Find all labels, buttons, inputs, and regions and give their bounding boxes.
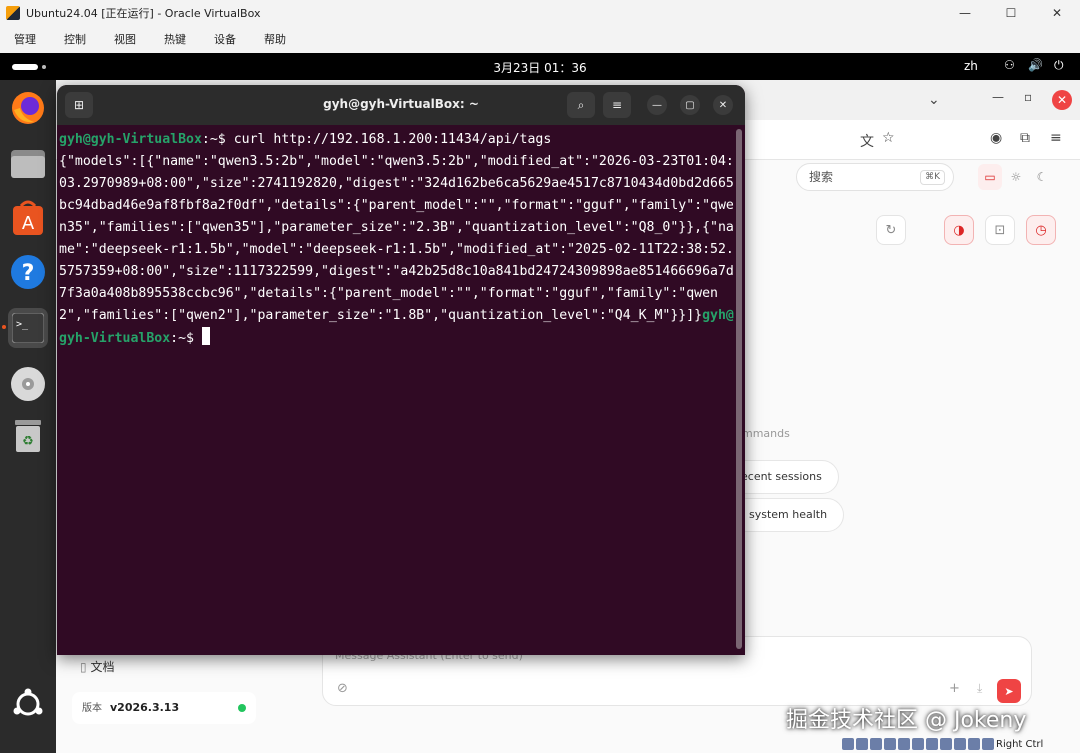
prompt-path: :~$ bbox=[201, 132, 234, 147]
shared-folder-icon[interactable] bbox=[912, 738, 924, 750]
files-icon[interactable] bbox=[8, 144, 48, 184]
monitor-theme-icon[interactable]: ▭ bbox=[978, 164, 1002, 190]
minimize-button[interactable]: — bbox=[942, 0, 988, 25]
recording-status-icon[interactable] bbox=[940, 738, 952, 750]
clock[interactable]: 3月23日 01：36 bbox=[0, 59, 1080, 76]
clock-icon[interactable]: ◷ bbox=[1026, 215, 1056, 245]
terminal-icon[interactable]: >_ bbox=[8, 308, 48, 348]
app-center-icon[interactable]: A bbox=[8, 198, 48, 238]
menu-help[interactable]: 帮助 bbox=[250, 31, 300, 47]
moon-icon[interactable]: ☾ bbox=[1030, 164, 1054, 190]
prompt-path-2: :~$ bbox=[170, 331, 202, 346]
svg-text:A: A bbox=[22, 213, 35, 234]
browser-minimize-icon[interactable]: — bbox=[992, 90, 1004, 104]
vbox-status-tray: Right Ctrl bbox=[842, 735, 1080, 753]
attach-icon[interactable]: ⊘ bbox=[337, 681, 348, 696]
browser-restore-icon[interactable]: ▫ bbox=[1024, 90, 1032, 104]
bookmark-star-icon[interactable]: ☆ bbox=[882, 130, 895, 146]
browser-menu-icon[interactable]: ≡ bbox=[1050, 130, 1062, 146]
host-key-label: Right Ctrl bbox=[996, 738, 1044, 750]
show-apps-icon[interactable] bbox=[8, 684, 48, 724]
tab-list-icon[interactable]: ⌄ bbox=[928, 92, 940, 108]
network-icon[interactable]: ⚇ bbox=[1004, 58, 1015, 72]
brain-icon[interactable]: ◑ bbox=[944, 215, 974, 245]
menu-view[interactable]: 视图 bbox=[100, 31, 150, 47]
terminal-minimize-icon[interactable]: — bbox=[647, 95, 667, 115]
input-method[interactable]: zh bbox=[964, 59, 978, 73]
search-shortcut: ⌘K bbox=[920, 170, 945, 185]
cpu-status-icon[interactable] bbox=[954, 738, 966, 750]
extensions-icon[interactable]: ⧉ bbox=[1020, 130, 1030, 146]
commands-heading: mmands bbox=[742, 427, 790, 440]
sun-icon[interactable]: ☼ bbox=[1004, 164, 1028, 190]
doc-icon: ▯ bbox=[80, 660, 87, 674]
svg-text:♻: ♻ bbox=[22, 434, 34, 449]
send-icon[interactable]: ➤ bbox=[997, 679, 1021, 703]
volume-icon[interactable]: 🔊 bbox=[1028, 58, 1043, 72]
svg-text:>_: >_ bbox=[16, 319, 29, 330]
vbox-window-title: Ubuntu24.04 [正在运行] - Oracle VirtualBox bbox=[26, 6, 261, 20]
virtualbox-logo-icon bbox=[6, 5, 20, 20]
display-status-icon[interactable] bbox=[926, 738, 938, 750]
hdd-status-icon[interactable] bbox=[842, 738, 854, 750]
power-icon[interactable]: ⏻ bbox=[1054, 58, 1064, 73]
download-icon[interactable]: ⤓ bbox=[977, 681, 982, 696]
ubuntu-dock: A ? >_ ♻ bbox=[0, 80, 56, 753]
help-icon[interactable]: ? bbox=[8, 252, 48, 292]
command-text: curl http://192.168.1.200:11434/api/tags bbox=[233, 132, 552, 147]
translate-icon[interactable]: 文 bbox=[860, 131, 874, 151]
search-placeholder: 搜索 bbox=[809, 170, 834, 184]
focus-icon[interactable]: ⊡ bbox=[985, 215, 1015, 245]
running-indicator bbox=[2, 325, 6, 329]
suggestion-system-health[interactable]: system health bbox=[730, 498, 845, 532]
gnome-top-bar: 3月23日 01：36 zh ⚇ 🔊 ⏻ bbox=[0, 53, 1080, 80]
menu-devices[interactable]: 设备 bbox=[200, 31, 250, 47]
mouse-integration-icon[interactable] bbox=[968, 738, 980, 750]
hamburger-menu-icon[interactable]: ≡ bbox=[603, 92, 631, 118]
audio-status-icon[interactable] bbox=[870, 738, 882, 750]
firefox-icon[interactable] bbox=[8, 88, 48, 128]
watermark: 掘金技术社区 @ Jokeny bbox=[786, 708, 1027, 733]
account-icon[interactable]: ◉ bbox=[990, 130, 1002, 146]
maximize-button[interactable]: ☐ bbox=[988, 0, 1034, 25]
search-input[interactable]: 搜索 ⌘K bbox=[796, 163, 954, 191]
menu-hotkeys[interactable]: 热键 bbox=[150, 31, 200, 47]
vbox-menubar: 管理 控制 视图 热键 设备 帮助 bbox=[0, 25, 1080, 53]
terminal-search-icon[interactable]: ⌕ bbox=[567, 92, 595, 118]
terminal-window[interactable]: ⊞ gyh@gyh-VirtualBox: ~ ⌕ ≡ — ▢ ✕ gyh@gy… bbox=[57, 85, 745, 655]
vbox-titlebar: Ubuntu24.04 [正在运行] - Oracle VirtualBox —… bbox=[0, 0, 1080, 25]
refresh-icon[interactable]: ↻ bbox=[876, 215, 906, 245]
version-badge: 版本 v2026.3.13 bbox=[72, 692, 256, 724]
prompt-user: gyh@gyh-VirtualBox bbox=[59, 132, 202, 147]
menu-manage[interactable]: 管理 bbox=[0, 31, 50, 47]
terminal-headerbar: ⊞ gyh@gyh-VirtualBox: ~ ⌕ ≡ — ▢ ✕ bbox=[57, 85, 745, 125]
status-online-icon bbox=[238, 704, 246, 712]
terminal-output[interactable]: gyh@gyh-VirtualBox:~$ curl http://192.16… bbox=[59, 129, 739, 350]
terminal-scrollbar[interactable] bbox=[736, 129, 742, 649]
sidebar-item-docs[interactable]: ▯ 文档 bbox=[80, 658, 114, 675]
disc-icon[interactable] bbox=[8, 364, 48, 404]
text-cursor bbox=[201, 327, 210, 345]
close-button[interactable]: ✕ bbox=[1034, 0, 1080, 25]
terminal-maximize-icon[interactable]: ▢ bbox=[680, 95, 700, 115]
menu-control[interactable]: 控制 bbox=[50, 31, 100, 47]
command-output: {"models":[{"name":"qwen3.5:2b","model":… bbox=[59, 154, 734, 323]
terminal-title: gyh@gyh-VirtualBox: ~ bbox=[323, 97, 479, 111]
optical-status-icon[interactable] bbox=[856, 738, 868, 750]
terminal-close-icon[interactable]: ✕ bbox=[713, 95, 733, 115]
network-status-icon[interactable] bbox=[884, 738, 896, 750]
keyboard-capture-icon[interactable] bbox=[982, 738, 994, 750]
trash-icon[interactable]: ♻ bbox=[8, 416, 48, 456]
browser-close-icon[interactable]: ✕ bbox=[1052, 90, 1072, 110]
svg-text:?: ? bbox=[22, 261, 35, 286]
add-icon[interactable]: + bbox=[949, 681, 960, 696]
usb-status-icon[interactable] bbox=[898, 738, 910, 750]
